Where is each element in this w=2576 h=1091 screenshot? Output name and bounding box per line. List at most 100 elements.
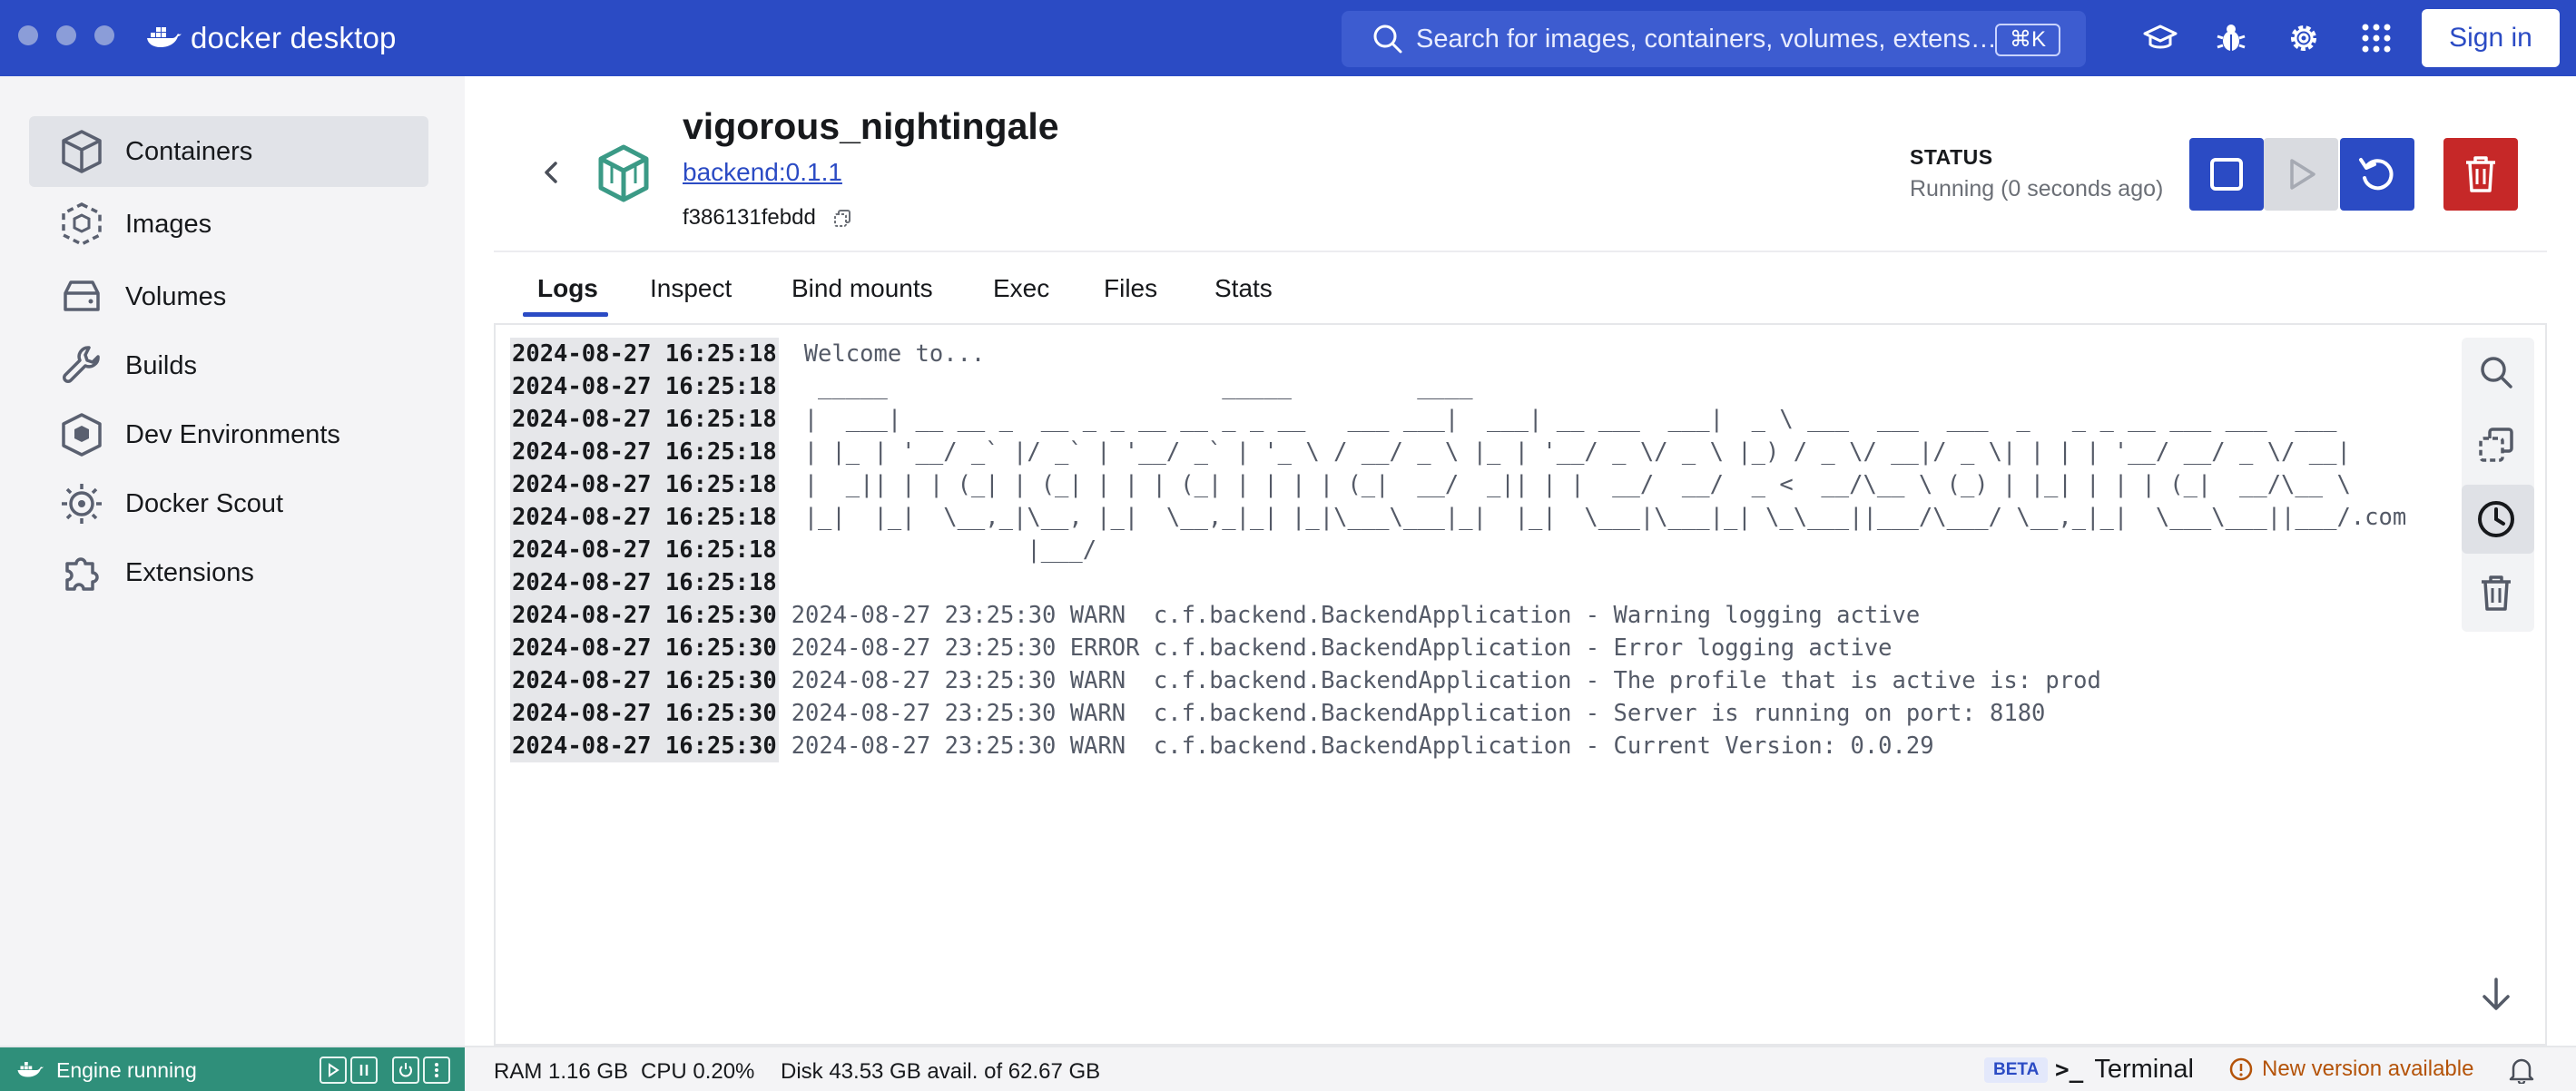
restart-button[interactable] [2340, 138, 2414, 211]
container-image-link[interactable]: backend:0.1.1 [683, 158, 842, 187]
sidebar-item-label: Images [125, 209, 212, 239]
notifications-bell-icon[interactable] [2509, 1057, 2534, 1084]
title-bar: docker desktop Search for images, contai… [0, 0, 2576, 76]
sidebar-item-containers[interactable]: Containers [29, 116, 428, 187]
log-message: |_| |_| \__,_|\__, |_| \__,_|_| |_|\___\… [803, 504, 2407, 531]
more-vertical-icon [435, 1063, 438, 1077]
sidebar-item-extensions[interactable]: Extensions [29, 537, 428, 608]
extensions-grid-button[interactable] [2356, 18, 2396, 58]
engine-power-button[interactable] [392, 1057, 419, 1084]
log-timestamp: 2024-08-27 16:25:18 [510, 436, 779, 468]
window-zoom-button[interactable] [94, 25, 114, 45]
clear-logs-button[interactable] [2460, 559, 2532, 628]
log-row: 2024-08-27 16:25:18 | |_ | '__/ _` |/ _` … [510, 436, 2406, 468]
window-minimize-button[interactable] [56, 25, 76, 45]
timestamps-toggle-button[interactable] [2460, 485, 2532, 554]
sidebar-item-docker-scout[interactable]: Docker Scout [29, 468, 428, 539]
clock-icon [2478, 501, 2514, 537]
extensions-icon [56, 547, 107, 598]
back-arrow-icon[interactable] [539, 160, 565, 185]
app-logo: docker desktop [145, 20, 397, 56]
cpu-usage: CPU 0.20% [641, 1059, 755, 1084]
stop-button[interactable] [2189, 138, 2264, 211]
window-close-button[interactable] [18, 25, 38, 45]
restart-icon [2359, 158, 2394, 191]
engine-pause-button[interactable] [350, 1057, 378, 1084]
stop-icon [2210, 158, 2243, 191]
troubleshoot-button[interactable] [2211, 18, 2251, 58]
volumes-icon [56, 271, 107, 322]
log-timestamp: 2024-08-27 16:25:18 [510, 338, 779, 370]
log-row: 2024-08-27 16:25:30 2024-08-27 23:25:30 W… [510, 599, 2406, 632]
log-message: _____ _____ ____ [803, 373, 1473, 400]
log-timestamp: 2024-08-27 16:25:18 [510, 534, 779, 566]
sidebar-item-volumes[interactable]: Volumes [29, 261, 428, 332]
log-message: 2024-08-27 23:25:30 ERROR c.f.backend.Ba… [791, 634, 1893, 662]
terminal-button[interactable]: >_ Terminal [2055, 1055, 2194, 1085]
log-timestamp: 2024-08-27 16:25:18 [510, 566, 779, 599]
log-message: 2024-08-27 23:25:30 WARN c.f.backend.Bac… [791, 667, 2101, 694]
header-divider [494, 251, 2547, 252]
active-tab-indicator [523, 312, 608, 317]
status-footer: Engine running RAM 1.16 GB CPU 0.20% Dis… [0, 1046, 2576, 1091]
search-icon [1373, 25, 1402, 54]
log-timestamp: 2024-08-27 16:25:30 [510, 730, 779, 762]
log-timestamp: 2024-08-27 16:25:30 [510, 599, 779, 632]
scroll-to-bottom-icon[interactable] [2480, 977, 2512, 1011]
status-label: STATUS [1910, 145, 1993, 169]
dev-environments-icon [56, 409, 107, 460]
gear-icon [2291, 25, 2316, 51]
sidebar-item-builds[interactable]: Builds [29, 330, 428, 401]
log-search-button[interactable] [2460, 338, 2532, 407]
search-input[interactable]: Search for images, containers, volumes, … [1416, 25, 1997, 54]
engine-menu-button[interactable] [423, 1057, 450, 1084]
sidebar-item-label: Dev Environments [125, 419, 340, 449]
log-toolbar [2462, 338, 2534, 632]
start-button[interactable] [2264, 138, 2338, 211]
log-message: 2024-08-27 23:25:30 WARN c.f.backend.Bac… [791, 700, 2046, 727]
log-message: 2024-08-27 23:25:30 WARN c.f.backend.Bac… [791, 732, 1934, 760]
log-row: 2024-08-27 16:25:30 2024-08-27 23:25:30 W… [510, 730, 2406, 762]
tab-files[interactable]: Files [1104, 274, 1157, 303]
delete-button[interactable] [2443, 138, 2518, 211]
disk-usage: Disk 43.53 GB avail. of 62.67 GB [781, 1059, 1101, 1084]
settings-button[interactable] [2284, 18, 2324, 58]
sidebar-item-images[interactable]: Images [29, 189, 428, 260]
search-shortcut-badge: ⌘K [1994, 24, 2060, 56]
builds-icon [56, 340, 107, 391]
images-icon [56, 199, 107, 250]
app-name: docker desktop [191, 21, 397, 54]
sidebar-item-dev-environments[interactable]: Dev Environments [29, 399, 428, 470]
engine-start-button[interactable] [320, 1057, 347, 1084]
tab-logs[interactable]: Logs [537, 274, 598, 303]
tab-exec[interactable]: Exec [993, 274, 1049, 303]
engine-status: Engine running [0, 1047, 465, 1091]
trash-icon [2466, 156, 2495, 192]
container-id-text: f386131febdd [683, 205, 816, 230]
log-output: 2024-08-27 16:25:18 Welcome to... 2024-08-… [510, 338, 2406, 762]
status-value: Running (0 seconds ago) [1910, 176, 2164, 201]
log-timestamp: 2024-08-27 16:25:18 [510, 468, 779, 501]
tab-inspect[interactable]: Inspect [650, 274, 732, 303]
tab-stats[interactable]: Stats [1214, 274, 1273, 303]
global-search[interactable]: Search for images, containers, volumes, … [1342, 11, 2086, 67]
container-id: f386131febdd [683, 205, 852, 231]
power-icon [399, 1063, 412, 1077]
new-version-text: New version available [2262, 1057, 2474, 1081]
copy-icon[interactable] [832, 208, 852, 228]
docker-whale-icon [147, 27, 182, 47]
log-message: | ___| __ __ _ __ _ _ __ __ _ _ __ ___ _… [803, 406, 2337, 433]
sign-in-button[interactable]: Sign in [2422, 9, 2560, 67]
bug-icon [2217, 25, 2246, 51]
log-row: 2024-08-27 16:25:30 2024-08-27 23:25:30 W… [510, 697, 2406, 730]
log-message: Welcome to... [803, 340, 986, 368]
terminal-prompt-icon: >_ [2055, 1056, 2084, 1084]
log-panel: 2024-08-27 16:25:18 Welcome to... 2024-08-… [494, 323, 2547, 1046]
log-message: | _|| | | (_| | (_| | | | (_| | | | | (_… [803, 471, 2351, 498]
sidebar-item-label: Containers [125, 136, 253, 166]
tab-bind-mounts[interactable]: Bind mounts [791, 274, 933, 303]
sidebar-item-label: Extensions [125, 557, 254, 587]
log-copy-button[interactable] [2460, 410, 2532, 479]
new-version-link[interactable]: New version available [2229, 1057, 2473, 1082]
learning-center-button[interactable] [2140, 18, 2180, 58]
